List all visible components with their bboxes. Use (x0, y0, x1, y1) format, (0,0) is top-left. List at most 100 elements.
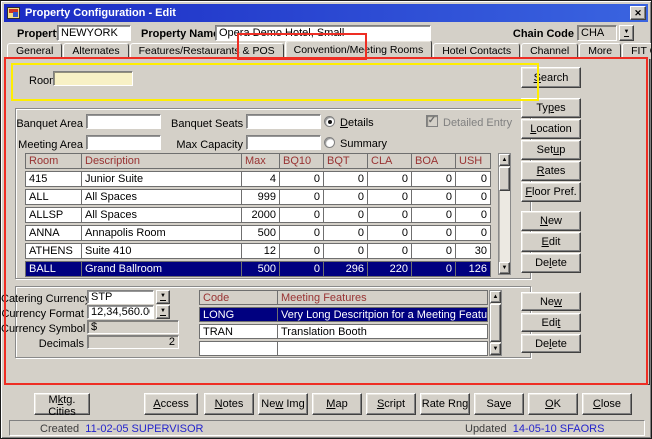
rooms-table-scrollbar[interactable]: ▲ ▼ (498, 153, 511, 275)
table-cell: 296 (323, 261, 368, 277)
tab-fit-contracts[interactable]: FIT Contracts (622, 43, 652, 59)
created-label: Created (40, 423, 79, 435)
types-button[interactable]: Types (521, 98, 581, 118)
rooms-new-button[interactable]: New (521, 211, 581, 231)
notes-button[interactable]: Notes (204, 393, 254, 415)
scroll-down-button[interactable]: ▼ (499, 262, 510, 274)
table-cell: ANNA (25, 225, 82, 241)
tab-general[interactable]: General (7, 43, 62, 59)
table-row[interactable]: ANNAAnnapolis Room50000000 (25, 225, 498, 241)
property-field[interactable] (57, 25, 131, 41)
tab-channel[interactable]: Channel (521, 43, 578, 59)
table-row[interactable]: 415Junior Suite400000 (25, 171, 498, 187)
table-cell: ALLSP (25, 207, 82, 223)
table-cell: 0 (455, 171, 491, 187)
close-button[interactable]: ✕ (630, 6, 646, 20)
tab-features-restaurants-pos[interactable]: Features/Restaurants & POS (130, 43, 284, 59)
features-delete-button[interactable]: Delete (521, 334, 581, 353)
banquet-seats-field[interactable] (246, 114, 321, 129)
rooms-edit-button[interactable]: Edit (521, 232, 581, 252)
table-cell: 0 (323, 243, 368, 259)
table-cell: ATHENS (25, 243, 82, 259)
new-img-button[interactable]: New Img (258, 393, 308, 415)
updated-info: Updated 14-05-10 SFAORS (465, 423, 604, 435)
table-row[interactable]: TRANTranslation Booth (199, 324, 489, 339)
table-cell: 0 (411, 207, 456, 223)
table-cell: 0 (411, 189, 456, 205)
close-button[interactable]: Close (582, 393, 632, 415)
location-button[interactable]: Location (521, 119, 581, 139)
created-value: 11-02-05 SUPERVISOR (85, 423, 203, 435)
scroll-up-button[interactable]: ▲ (499, 154, 510, 166)
tab-convention-meeting-rooms[interactable]: Convention/Meeting Rooms (285, 40, 433, 59)
scroll-up-button[interactable]: ▲ (490, 291, 501, 303)
floor-pref-button[interactable]: Floor Pref. (521, 182, 581, 202)
detailed-entry-label: Detailed Entry (443, 117, 512, 130)
table-row[interactable] (199, 341, 489, 356)
table-cell: 0 (279, 171, 324, 187)
table-cell: 0 (411, 261, 456, 277)
decimals-field[interactable] (87, 335, 179, 349)
currency-format-label: Currency Format (1, 308, 84, 321)
tab-alternates[interactable]: Alternates (63, 43, 128, 59)
table-cell: 0 (323, 171, 368, 187)
currency-format-field[interactable] (87, 305, 154, 319)
map-button[interactable]: Map (312, 393, 362, 415)
mktg-cities-button[interactable]: Mktg. Cities (34, 393, 90, 415)
tab-hotel-contacts[interactable]: Hotel Contacts (433, 43, 520, 59)
rate-rng-button[interactable]: Rate Rng (420, 393, 470, 415)
scroll-thumb[interactable] (499, 167, 510, 191)
currency-format-lov-button[interactable]: ▼ (156, 305, 170, 319)
features-edit-button[interactable]: Edit (521, 313, 581, 332)
table-cell: 0 (411, 243, 456, 259)
currency-symbol-field[interactable] (87, 320, 179, 334)
table-row[interactable]: ATHENSSuite 41012000030 (25, 243, 498, 259)
table-cell: 0 (323, 207, 368, 223)
summary-radio[interactable] (324, 137, 335, 148)
table-cell: 0 (367, 207, 412, 223)
column-header: Description (81, 153, 242, 169)
table-row[interactable]: ALLAll Spaces99900000 (25, 189, 498, 205)
table-cell: LONG (199, 307, 278, 322)
scroll-thumb[interactable] (490, 304, 501, 342)
meeting-area-field[interactable] (86, 135, 161, 150)
meeting-features-scrollbar[interactable]: ▲ ▼ (489, 290, 502, 356)
rates-button[interactable]: Rates (521, 161, 581, 181)
access-button[interactable]: Access (144, 393, 198, 415)
table-cell: 2000 (241, 207, 280, 223)
features-new-button[interactable]: New (521, 292, 581, 311)
lov-dropdown-icon: ▼ (160, 308, 166, 316)
chain-code-field[interactable] (577, 25, 617, 41)
setup-button[interactable]: Setup (521, 140, 581, 160)
catering-currency-field[interactable] (87, 290, 154, 304)
scroll-up-icon: ▲ (502, 157, 508, 163)
lov-dropdown-icon: ▼ (624, 29, 630, 37)
table-cell: 0 (455, 225, 491, 241)
chain-code-lov-button[interactable]: ▼ (619, 25, 634, 41)
script-button[interactable]: Script (366, 393, 416, 415)
scroll-down-button[interactable]: ▼ (490, 343, 501, 355)
table-cell: 220 (367, 261, 412, 277)
meeting-features-table: CodeMeeting FeaturesLONGVery Long Descri… (199, 290, 489, 356)
rooms-delete-button[interactable]: Delete (521, 253, 581, 273)
table-cell: ALL (25, 189, 82, 205)
table-cell: All Spaces (81, 189, 242, 205)
max-capacity-field[interactable] (246, 135, 321, 150)
details-radio[interactable] (324, 116, 335, 127)
room-field[interactable] (53, 71, 133, 86)
table-row[interactable]: LONGVery Long Descritpion for a Meeting … (199, 307, 489, 322)
table-cell: 999 (241, 189, 280, 205)
search-button[interactable]: Search (521, 67, 581, 88)
column-header: Max (241, 153, 280, 169)
property-name-field[interactable] (215, 25, 431, 41)
save-button[interactable]: Save (474, 393, 524, 415)
check-icon: ✓ (428, 116, 436, 126)
banquet-area-field[interactable] (86, 114, 161, 129)
ok-button[interactable]: OK (528, 393, 578, 415)
table-row[interactable]: BALLGrand Ballroom50002962200126 (25, 261, 498, 277)
banquet-seats-label: Banquet Seats (171, 118, 243, 131)
table-cell: 0 (367, 189, 412, 205)
catering-currency-lov-button[interactable]: ▼ (156, 290, 170, 304)
table-row[interactable]: ALLSPAll Spaces200000000 (25, 207, 498, 223)
tab-more[interactable]: More (579, 43, 621, 59)
